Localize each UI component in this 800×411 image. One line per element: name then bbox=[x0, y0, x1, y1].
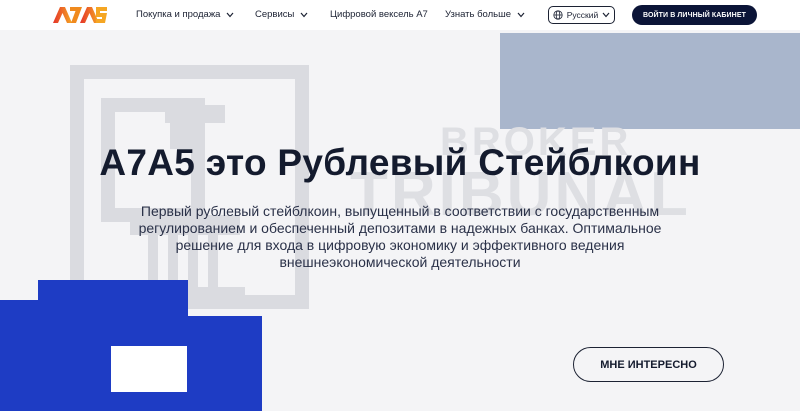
hero-subtitle-line: Первый рублевый стейблкоин, выпущенный в… bbox=[140, 203, 660, 219]
chevron-down-icon bbox=[300, 12, 308, 17]
hero-title: A7A5 это Рублевый Стейблкоин bbox=[99, 142, 701, 183]
nav-buy-sell-label: Покупка и продажа bbox=[136, 9, 221, 20]
chevron-down-icon bbox=[602, 12, 610, 18]
language-label: Русский bbox=[566, 10, 599, 20]
decorative-blue-shape bbox=[0, 280, 262, 411]
nav-services[interactable]: Сервисы bbox=[255, 9, 308, 20]
chevron-down-icon bbox=[227, 12, 234, 17]
nav-buy-sell[interactable]: Покупка и продажа bbox=[136, 9, 234, 20]
hero-subtitle: Первый рублевый стейблкоин, выпущенный в… bbox=[100, 203, 700, 271]
language-selector[interactable]: Русский bbox=[548, 6, 615, 24]
globe-icon bbox=[553, 10, 563, 20]
brand-logo[interactable] bbox=[52, 5, 108, 25]
nav-learn-more-label: Узнать больше bbox=[445, 9, 512, 20]
hero-subtitle-line: решение для входа в цифровую экономику и… bbox=[175, 237, 625, 253]
broker-tribunal-watermark: BROKER TRIBUNAL bbox=[70, 65, 688, 309]
login-button[interactable]: ВОЙТИ В ЛИЧНЫЙ КАБИНЕТ bbox=[632, 5, 757, 25]
nav-digital-bill[interactable]: Цифровой вексель A7 bbox=[330, 9, 428, 20]
nav-services-label: Сервисы bbox=[255, 9, 295, 20]
nav-learn-more[interactable]: Узнать больше bbox=[445, 9, 525, 20]
nav-digital-bill-label: Цифровой вексель A7 bbox=[330, 9, 428, 20]
site-header: Покупка и продажа Сервисы Цифровой вексе… bbox=[0, 0, 800, 30]
hero-subtitle-line: регулированием и обеспеченный депозитами… bbox=[138, 220, 662, 236]
interested-button[interactable]: МНЕ ИНТЕРЕСНО bbox=[573, 347, 724, 382]
chevron-down-icon bbox=[517, 12, 525, 17]
hero-subtitle-line: внешнеэкономической деятельности bbox=[279, 254, 521, 270]
